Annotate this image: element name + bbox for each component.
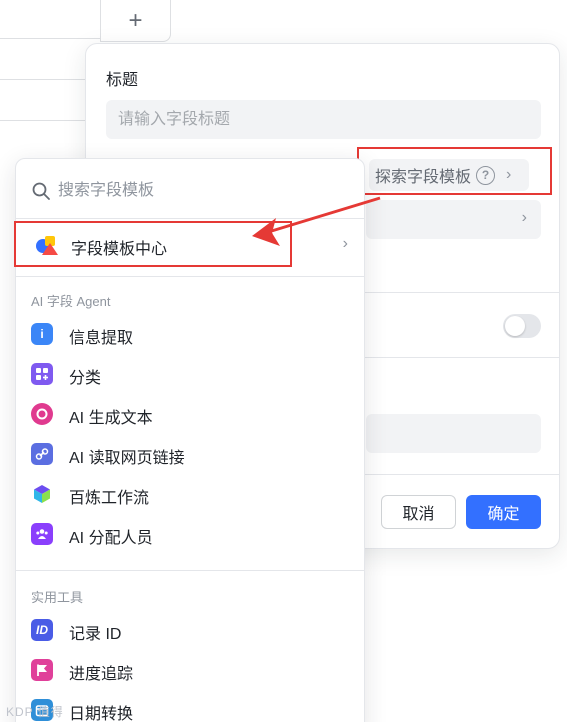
list-item-bailian[interactable]: 百炼工作流	[16, 476, 364, 512]
settings-toggle[interactable]	[503, 314, 541, 338]
description-input[interactable]	[366, 414, 541, 453]
list-item-label: 记录 ID	[69, 626, 122, 643]
template-center-logo-icon	[36, 236, 58, 255]
bailian-icon	[31, 483, 53, 505]
list-item-label: 日期转换	[69, 706, 134, 722]
add-column-button[interactable]: +	[100, 0, 171, 42]
toggle-knob	[505, 316, 525, 336]
chevron-right-icon: ›	[506, 166, 512, 183]
list-item-ai-read-link[interactable]: AI 读取网页链接	[16, 436, 364, 472]
list-item-info-extract[interactable]: i 信息提取	[16, 316, 364, 352]
assign-people-icon	[31, 523, 53, 545]
template-center-label: 字段模板中心	[71, 241, 168, 258]
list-item-label: 信息提取	[69, 330, 134, 347]
search-icon	[32, 182, 50, 200]
link-icon	[31, 443, 53, 465]
list-item-ai-generate[interactable]: AI 生成文本	[16, 396, 364, 432]
ai-group-title: AI 字段 Agent	[31, 294, 111, 309]
field-type-select[interactable]: ›	[366, 200, 541, 239]
list-item-label: 百炼工作流	[69, 490, 150, 507]
search-row	[16, 159, 364, 219]
template-search-input[interactable]	[58, 177, 338, 205]
list-item-record-id[interactable]: ID 记录 ID	[16, 612, 364, 648]
cancel-button[interactable]: 取消	[381, 495, 456, 529]
flag-icon	[31, 659, 53, 681]
list-item-label: AI 读取网页链接	[69, 450, 185, 467]
title-label: 标题	[106, 72, 139, 89]
list-item-label: 分类	[69, 370, 102, 387]
list-item-date-convert[interactable]: 日期转换	[16, 692, 364, 722]
info-extract-icon: i	[31, 323, 53, 345]
list-item-label: 进度追踪	[69, 666, 134, 683]
explore-templates-label: 探索字段模板	[375, 169, 472, 186]
list-item-label: AI 生成文本	[69, 410, 153, 427]
template-center-item[interactable]: 字段模板中心 ›	[16, 225, 364, 265]
record-id-icon: ID	[31, 619, 53, 641]
explore-templates-button[interactable]: 探索字段模板 ? ›	[369, 159, 529, 191]
classify-icon	[31, 363, 53, 385]
field-template-panel: 字段模板中心 › AI 字段 Agent i 信息提取 分类 AI 生成文本 A…	[15, 158, 365, 722]
list-item-classify[interactable]: 分类	[16, 356, 364, 392]
ai-generate-icon	[31, 403, 53, 425]
chevron-right-icon: ›	[521, 209, 527, 226]
divider	[16, 570, 364, 571]
help-icon[interactable]: ?	[476, 165, 496, 185]
list-item-progress[interactable]: 进度追踪	[16, 652, 364, 688]
confirm-button[interactable]: 确定	[466, 495, 541, 529]
tools-group-title: 实用工具	[31, 590, 84, 605]
watermark: KDP 值得	[6, 705, 64, 719]
list-item-ai-assign[interactable]: AI 分配人员	[16, 516, 364, 552]
list-item-label: AI 分配人员	[69, 530, 153, 547]
chevron-right-icon: ›	[342, 235, 348, 252]
title-input[interactable]	[106, 100, 541, 139]
divider	[16, 276, 364, 277]
